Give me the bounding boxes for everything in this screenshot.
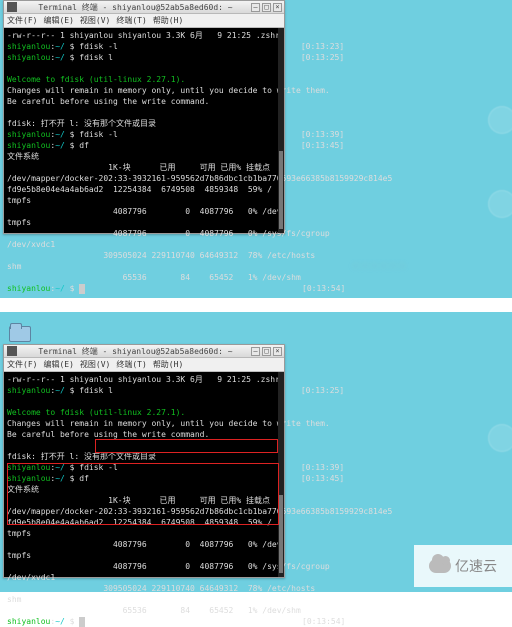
terminal-line: Changes will remain in memory only, unti… (7, 85, 281, 96)
menu-file[interactable]: 文件(F) (7, 15, 37, 26)
terminal-line: 1K-块 已用 可用 已用% 挂载点 (7, 495, 281, 506)
window-title: Terminal 终端 - shiyanlou@52ab5a8ed60d: ~ (20, 346, 251, 357)
terminal-line: /dev/xvdc1 (7, 239, 281, 250)
terminal-icon (7, 346, 17, 356)
terminal-line: tmpfs (7, 195, 281, 206)
menu-view[interactable]: 视图(V) (80, 15, 110, 26)
maximize-button[interactable]: □ (262, 3, 271, 12)
terminal-line: shiyanlou:~/ $ fdisk -l [0:13:39] (7, 129, 281, 140)
terminal-line: Welcome to fdisk (util-linux 2.27.1). (7, 74, 281, 85)
window-title: Terminal 终端 - shiyanlou@52ab5a8ed60d: ~ (20, 2, 251, 13)
terminal-line: 65536 84 65452 1% /dev/shm (7, 272, 281, 283)
terminal-line: 1K-块 已用 可用 已用% 挂载点 (7, 162, 281, 173)
terminal-line: shm (7, 261, 281, 272)
terminal-line: shiyanlou:~/ $ [0:13:54] (7, 616, 281, 627)
menubar: 文件(F) 编辑(E) 视图(V) 终端(T) 帮助(H) (4, 14, 284, 28)
terminal-line: /dev/xvdc1 (7, 572, 281, 583)
terminal-line (7, 396, 281, 407)
terminal-line: shiyanlou:~/ $ df [0:13:45] (7, 140, 281, 151)
close-button[interactable]: × (273, 3, 282, 12)
scrollbar-thumb[interactable] (279, 495, 283, 573)
titlebar[interactable]: Terminal 终端 - shiyanlou@52ab5a8ed60d: ~ … (4, 345, 284, 358)
terminal-body[interactable]: -rw-r--r-- 1 shiyanlou shiyanlou 3.3K 6月… (4, 372, 284, 577)
terminal-window-2: Terminal 终端 - shiyanlou@52ab5a8ed60d: ~ … (3, 344, 285, 578)
side-bubble-icon (488, 424, 512, 452)
terminal-window-1: Terminal 终端 - shiyanlou@52ab5a8ed60d: ~ … (3, 0, 285, 234)
terminal-line (7, 440, 281, 451)
minimize-button[interactable]: ‒ (251, 347, 260, 356)
terminal-line: Be careful before using the write comman… (7, 96, 281, 107)
close-button[interactable]: × (273, 347, 282, 356)
side-bubble-icon (488, 190, 512, 218)
menubar: 文件(F) 编辑(E) 视图(V) 终端(T) 帮助(H) (4, 358, 284, 372)
terminal-line: fdisk: 打不开 l: 没有那个文件或目录 (7, 118, 281, 129)
terminal-line: tmpfs (7, 550, 281, 561)
menu-file[interactable]: 文件(F) (7, 359, 37, 370)
menu-view[interactable]: 视图(V) (80, 359, 110, 370)
terminal-line: shiyanlou:~/ $ fdisk -l [0:13:23] (7, 41, 281, 52)
terminal-line: shm (7, 594, 281, 605)
side-bubble-icon (488, 106, 512, 134)
terminal-line: /dev/mapper/docker-202:33-3932161-959562… (7, 173, 281, 184)
minimize-button[interactable]: ‒ (251, 3, 260, 12)
terminal-line: -rw-r--r-- 1 shiyanlou shiyanlou 3.3K 6月… (7, 374, 281, 385)
terminal-line: Changes will remain in memory only, unti… (7, 418, 281, 429)
terminal-body[interactable]: -rw-r--r-- 1 shiyanlou shiyanlou 3.3K 6月… (4, 28, 284, 233)
terminal-line: 65536 84 65452 1% /dev/shm (7, 605, 281, 616)
terminal-line: -rw-r--r-- 1 shiyanlou shiyanlou 3.3K 6月… (7, 30, 281, 41)
blurred-watermark: ······ (352, 252, 472, 284)
menu-edit[interactable]: 编辑(E) (43, 359, 73, 370)
terminal-line (7, 107, 281, 118)
terminal-line: /dev/mapper/docker-202:33-3932161-959562… (7, 506, 281, 517)
terminal-line: shiyanlou:~/ $ fdisk l [0:13:25] (7, 385, 281, 396)
terminal-icon (7, 2, 17, 12)
terminal-line (7, 63, 281, 74)
menu-help[interactable]: 帮助(H) (153, 15, 183, 26)
scrollbar-thumb[interactable] (279, 151, 283, 229)
watermark: 亿速云 (414, 545, 512, 587)
maximize-button[interactable]: □ (262, 347, 271, 356)
watermark-text: 亿速云 (455, 556, 497, 576)
terminal-line: fd9e5b8e04e4a4ab6ad2 12254384 6749508 48… (7, 184, 281, 195)
terminal-line: Welcome to fdisk (util-linux 2.27.1). (7, 407, 281, 418)
terminal-line: 4087796 0 4087796 0% /sys/fs/cgroup (7, 561, 281, 572)
titlebar[interactable]: Terminal 终端 - shiyanlou@52ab5a8ed60d: ~ … (4, 1, 284, 14)
scrollbar[interactable] (278, 372, 284, 577)
terminal-line: fdisk: 打不开 l: 没有那个文件或目录 (7, 451, 281, 462)
terminal-line: shiyanlou:~/ $ fdisk -l [0:13:39] (7, 462, 281, 473)
terminal-line: 309505024 229110740 64649312 78% /etc/ho… (7, 250, 281, 261)
terminal-line: fd9e5b8e04e4a4ab6ad2 12254384 6749508 48… (7, 517, 281, 528)
terminal-line: 309505024 229110740 64649312 78% /etc/ho… (7, 583, 281, 594)
terminal-line: 文件系统 (7, 484, 281, 495)
terminal-line: shiyanlou:~/ $ [0:13:54] (7, 283, 281, 294)
terminal-line: 4087796 0 4087796 0% /dev (7, 206, 281, 217)
menu-help[interactable]: 帮助(H) (153, 359, 183, 370)
terminal-line: 文件系统 (7, 151, 281, 162)
terminal-line: 4087796 0 4087796 0% /sys/fs/cgroup (7, 228, 281, 239)
terminal-line: shiyanlou:~/ $ fdisk l [0:13:25] (7, 52, 281, 63)
menu-term[interactable]: 终端(T) (116, 15, 146, 26)
folder-icon[interactable] (9, 326, 31, 342)
terminal-line: 4087796 0 4087796 0% /dev (7, 539, 281, 550)
cloud-icon (429, 559, 451, 573)
scrollbar[interactable] (278, 28, 284, 233)
terminal-line: shiyanlou:~/ $ df [0:13:45] (7, 473, 281, 484)
menu-edit[interactable]: 编辑(E) (43, 15, 73, 26)
terminal-line: tmpfs (7, 528, 281, 539)
terminal-line: tmpfs (7, 217, 281, 228)
terminal-line: Be careful before using the write comman… (7, 429, 281, 440)
menu-term[interactable]: 终端(T) (116, 359, 146, 370)
